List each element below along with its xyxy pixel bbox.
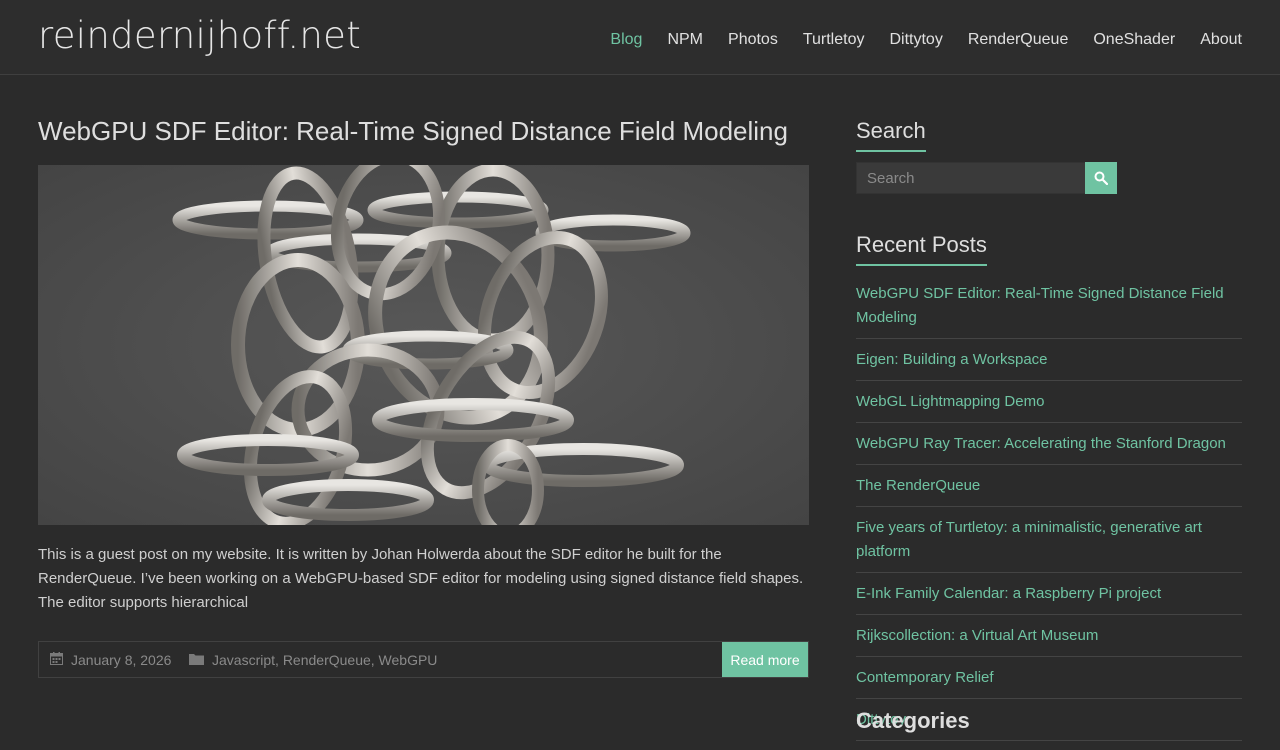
post-date-text: January 8, 2026 [71,652,172,668]
nav-item-oneshader[interactable]: OneShader [1093,31,1175,49]
recent-post-link[interactable]: Eigen: Building a Workspace [856,351,1048,368]
list-item: WebGPU SDF Editor: Real-Time Signed Dist… [856,282,1242,339]
post-excerpt: This is a guest post on my website. It i… [38,546,804,611]
post-categories: Javascript, RenderQueue, WebGPU [189,652,437,668]
nav-item-npm[interactable]: NPM [667,31,703,49]
calendar-icon [50,652,63,668]
recent-post-link[interactable]: WebGL Lightmapping Demo [856,393,1044,410]
post-title[interactable]: WebGPU SDF Editor: Real-Time Signed Dist… [38,116,788,147]
recent-post-link[interactable]: WebGPU SDF Editor: Real-Time Signed Dist… [856,285,1224,326]
featured-image[interactable] [38,165,809,525]
category-link-renderqueue[interactable]: RenderQueue [283,652,371,668]
list-item: Contemporary Relief [856,666,1242,699]
recent-post-link[interactable]: Contemporary Relief [856,669,994,686]
search-button[interactable] [1085,162,1117,194]
recent-post-link[interactable]: Five years of Turtletoy: a minimalistic,… [856,519,1202,560]
list-item: E-Ink Family Calendar: a Raspberry Pi pr… [856,582,1242,615]
list-item: Five years of Turtletoy: a minimalistic,… [856,516,1242,573]
category-link-webgpu[interactable]: WebGPU [379,652,438,668]
site-header: reindernijhoff.net Blog NPM Photos Turtl… [0,0,1280,75]
search-input[interactable] [856,162,1086,194]
search-widget-title: Search [856,118,926,152]
nav-item-dittytoy[interactable]: Dittytoy [889,31,942,49]
nav-item-turtletoy[interactable]: Turtletoy [803,31,865,49]
recent-posts-list: WebGPU SDF Editor: Real-Time Signed Dist… [856,282,1242,750]
categories-widget-title: Categories [856,708,970,733]
recent-post-link[interactable]: E-Ink Family Calendar: a Raspberry Pi pr… [856,585,1161,602]
category-link-javascript[interactable]: Javascript [212,652,275,668]
list-item: Eigen: Building a Workspace [856,348,1242,381]
recent-post-link[interactable]: WebGPU Ray Tracer: Accelerating the Stan… [856,435,1226,452]
post-meta: January 8, 2026 Javascript, RenderQueue,… [38,641,809,678]
nav-item-photos[interactable]: Photos [728,31,778,49]
sdf-rings-render [172,165,691,525]
recent-post-link[interactable]: Rijkscollection: a Virtual Art Museum [856,627,1098,644]
nav-item-about[interactable]: About [1200,31,1242,49]
list-item: WebGL Lightmapping Demo [856,390,1242,423]
nav-item-blog[interactable]: Blog [610,31,642,49]
nav-item-renderqueue[interactable]: RenderQueue [968,31,1069,49]
main-nav: Blog NPM Photos Turtletoy Dittytoy Rende… [610,31,1242,49]
folder-icon [189,653,204,668]
search-icon [1094,171,1108,185]
recent-posts-title: Recent Posts [856,232,987,266]
recent-post-link[interactable]: The RenderQueue [856,477,980,494]
post-title-link[interactable]: WebGPU SDF Editor: Real-Time Signed Dist… [38,116,788,146]
list-item: Rijkscollection: a Virtual Art Museum [856,624,1242,657]
site-title[interactable]: reindernijhoff.net [38,14,361,57]
list-item: The RenderQueue [856,474,1242,507]
post-date: January 8, 2026 [50,652,171,668]
list-item: WebGPU Ray Tracer: Accelerating the Stan… [856,432,1242,465]
read-more-button[interactable]: Read more [722,642,808,677]
